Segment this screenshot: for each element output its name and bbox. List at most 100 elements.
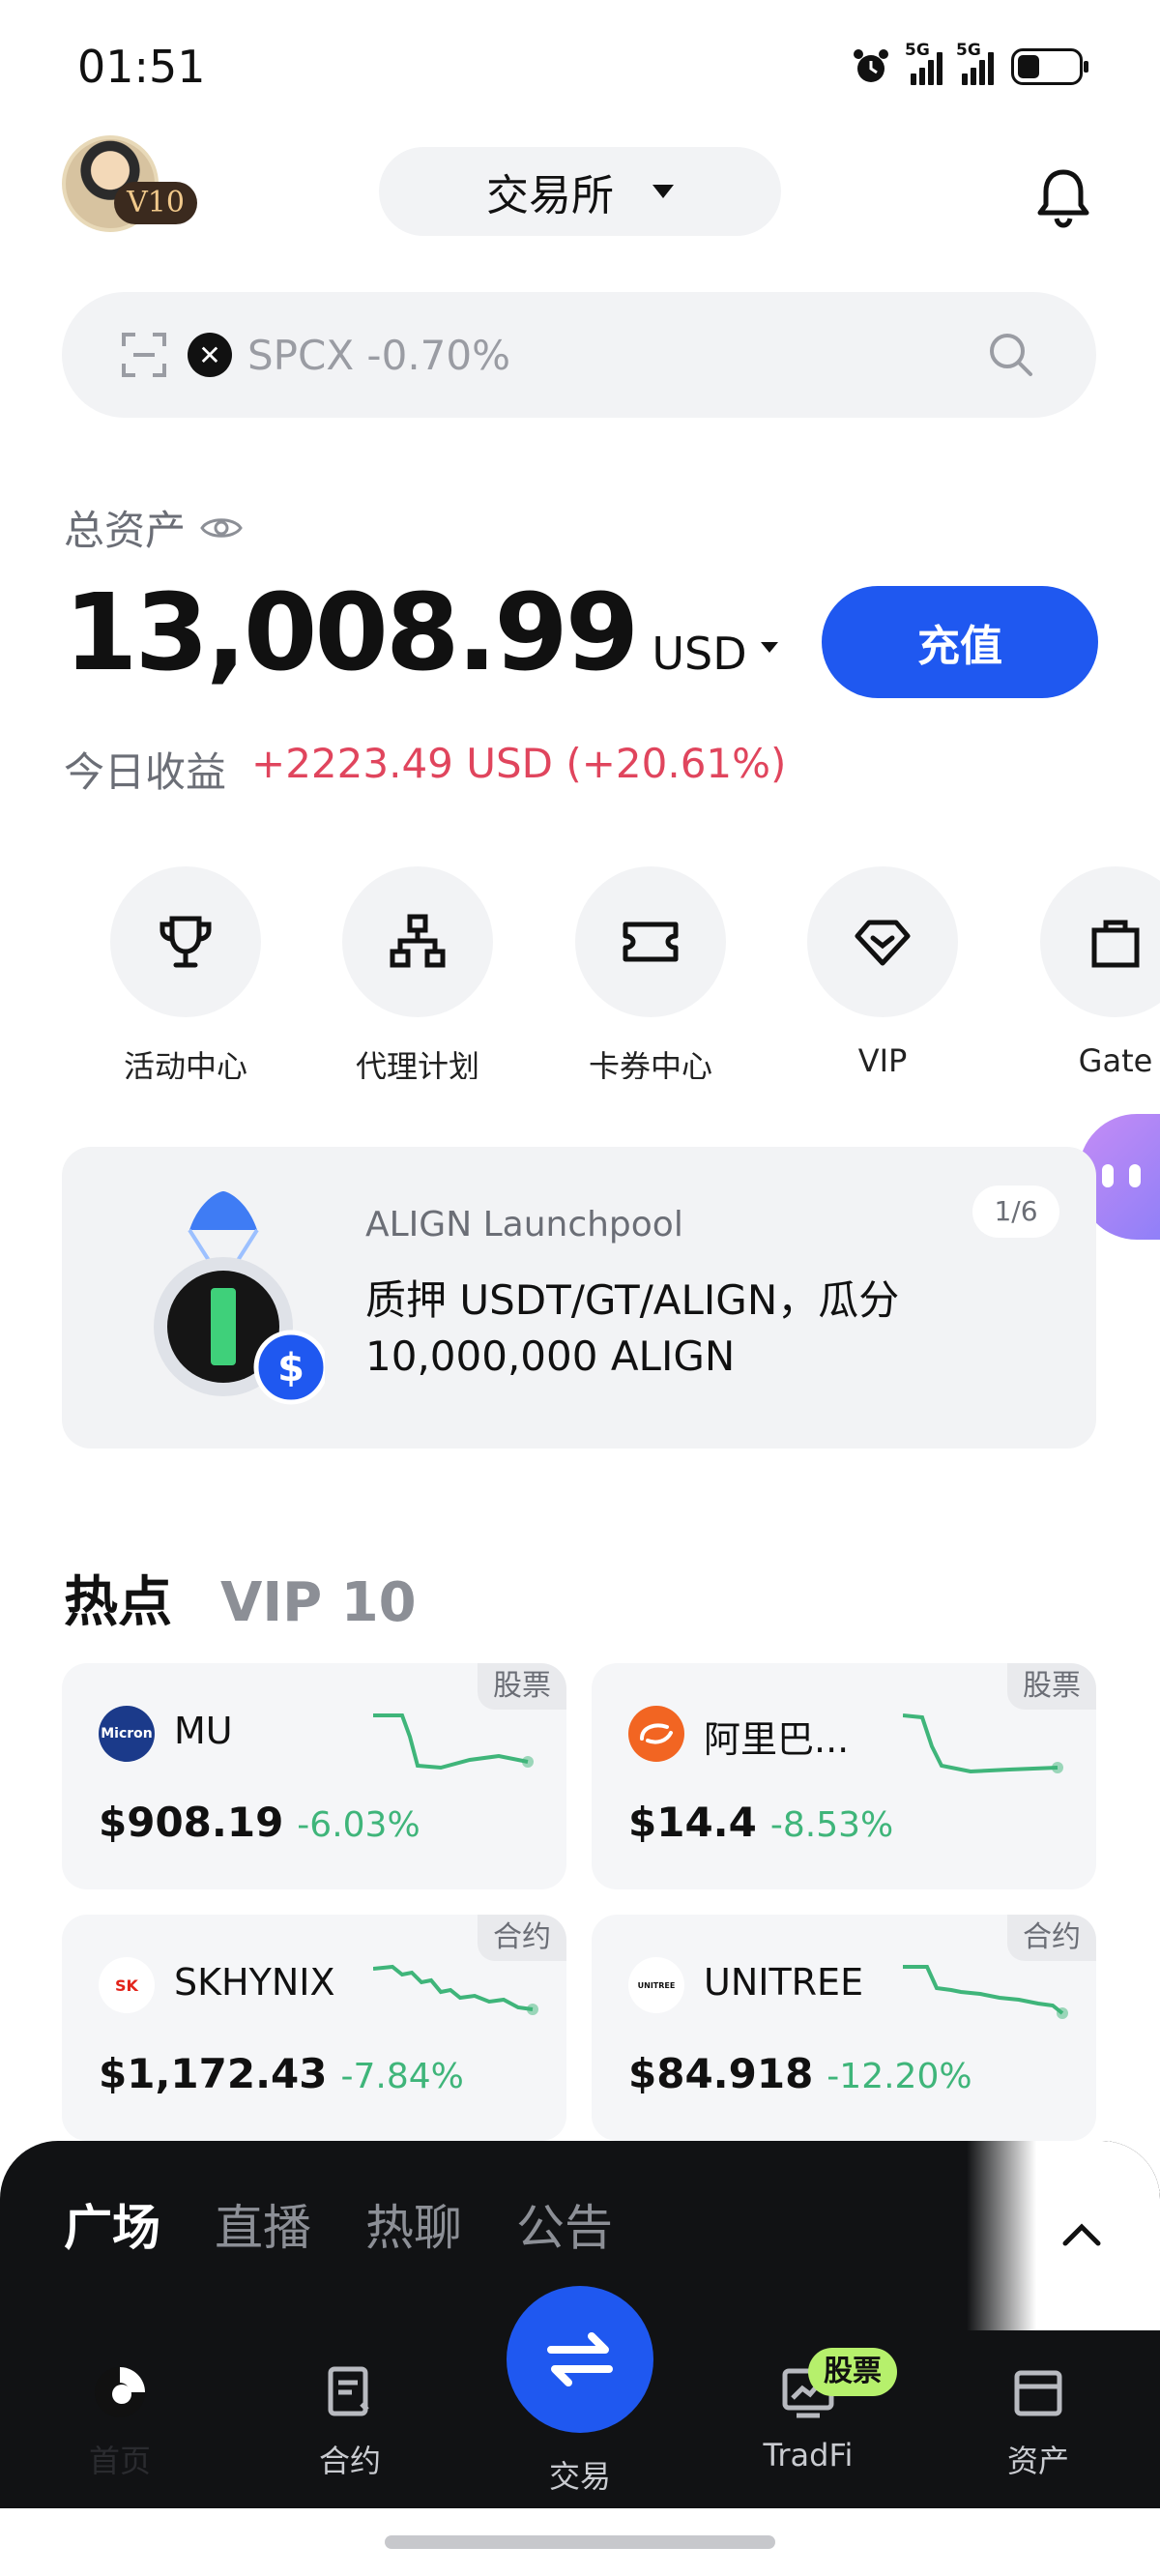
wallet-icon: [1014, 2370, 1062, 2416]
shortcut-vip[interactable]: VIP: [786, 866, 979, 1079]
shortcut-coupons[interactable]: 卡券中心: [554, 866, 747, 1079]
tab-home[interactable]: 首页: [33, 2361, 207, 2481]
total-assets: 13,008.99 USD: [64, 571, 778, 694]
eye-icon[interactable]: [199, 513, 244, 542]
shortcut-label: Gate: [1078, 1042, 1153, 1079]
total-assets-label: 总资产: [64, 498, 244, 557]
market-change: -12.20%: [826, 2057, 972, 2096]
market-symbol: 阿里巴...: [704, 1718, 850, 1761]
sparkline: [903, 1965, 1068, 2019]
shortcut-label: 活动中心: [123, 1048, 247, 1079]
shortcut-label: 代理计划: [355, 1048, 479, 1079]
sparkline: [903, 1713, 1063, 1774]
banner-pager: 1/6: [972, 1186, 1059, 1238]
market-price: $84.918: [628, 2050, 814, 2097]
x-token-icon: ✕: [188, 333, 232, 377]
bell-icon[interactable]: [1025, 159, 1102, 236]
skhynix-logo-icon: SK: [99, 1957, 155, 2013]
market-price-row: $14.4 -8.53%: [628, 1799, 893, 1846]
deposit-button[interactable]: 充值: [822, 586, 1098, 698]
signal-icon-2: 5G: [956, 41, 994, 85]
market-symbol: SKHYNIX: [174, 1961, 335, 2004]
tab-vip10[interactable]: VIP 10: [220, 1571, 417, 1634]
market-price: $14.4: [628, 1799, 757, 1846]
tab-assets-label: 资产: [1006, 2443, 1069, 2479]
svg-text:$: $: [277, 1346, 304, 1390]
market-price-row: $908.19 -6.03%: [99, 1799, 420, 1846]
banner-title: 质押 USDT/GT/ALIGN，瓜分 10,000,000 ALIGN: [365, 1276, 900, 1380]
chevron-down-icon: [652, 185, 674, 198]
banner-tag: ALIGN Launchpool: [365, 1205, 683, 1244]
market-change: -8.53%: [769, 1805, 894, 1845]
market-type-badge: 股票: [478, 1663, 566, 1710]
hot-tabs: 热点 VIP 10: [64, 1559, 417, 1637]
chevron-up-icon: [1062, 2223, 1101, 2246]
launchpool-coin-icon: $: [154, 1191, 325, 1405]
trade-button[interactable]: [507, 2286, 653, 2433]
shortcut-label: VIP: [857, 1042, 908, 1079]
ticket-icon: [575, 866, 726, 1017]
sparkline: [373, 1964, 538, 2015]
home-indicator[interactable]: [385, 2535, 775, 2549]
market-type-badge: 股票: [1007, 1663, 1096, 1710]
shortcut-gate[interactable]: Gate: [1019, 866, 1160, 1079]
total-assets-value: 13,008.99: [64, 571, 639, 694]
today-pnl-value: +2223.49 USD (+20.61%): [251, 740, 787, 787]
sparkline: [373, 1713, 534, 1771]
tab-tradfi-label: TradFi: [763, 2437, 854, 2474]
tab-square[interactable]: 广场: [64, 2189, 160, 2259]
micron-logo-icon: Micron: [99, 1706, 155, 1762]
bag-icon: [1040, 866, 1160, 1017]
tab-assets[interactable]: 资产: [951, 2361, 1125, 2481]
currency-selector[interactable]: USD: [652, 628, 746, 680]
scan-icon[interactable]: [120, 331, 168, 379]
market-card[interactable]: 股票 阿里巴... $14.4 -8.53%: [592, 1663, 1096, 1889]
signal-icon-1: 5G: [905, 41, 942, 85]
shortcut-label: 卡券中心: [588, 1048, 712, 1079]
tab-live[interactable]: 直播: [215, 2189, 311, 2259]
market-price: $908.19: [99, 1799, 284, 1846]
tab-announcement[interactable]: 公告: [516, 2189, 613, 2259]
total-assets-label-text: 总资产: [64, 507, 187, 554]
battery-icon: [1011, 48, 1088, 85]
top-header: V10 交易所: [0, 126, 1160, 261]
stock-badge: 股票: [808, 2348, 897, 2396]
tab-contract-label: 合约: [318, 2443, 381, 2479]
status-time: 01:51: [77, 41, 206, 93]
market-card[interactable]: 合约 UNITREE UNITREE $84.918 -12.20%: [592, 1915, 1096, 2141]
diamond-icon: [807, 866, 958, 1017]
chevron-down-icon[interactable]: [760, 641, 778, 653]
feed-tabs: 广场 直播 热聊 公告: [64, 2189, 613, 2259]
expand-panel-button[interactable]: [967, 2141, 1160, 2330]
trade-label: 交易: [548, 2458, 611, 2495]
shortcut-row: 活动中心 代理计划 卡券中心 VIP Gate: [89, 866, 1160, 1079]
market-price-row: $1,172.43 -7.84%: [99, 2050, 464, 2097]
exchange-mode-label: 交易所: [486, 171, 614, 220]
market-symbol: UNITREE: [704, 1961, 864, 2004]
market-card[interactable]: 股票 Micron MU $908.19 -6.03%: [62, 1663, 566, 1889]
swap-arrows-icon: [547, 2332, 613, 2386]
alarm-icon: [854, 49, 888, 82]
promo-banner[interactable]: $ ALIGN Launchpool 质押 USDT/GT/ALIGN，瓜分 1…: [62, 1147, 1096, 1449]
vip-level-badge: V10: [114, 182, 197, 224]
today-pnl: 今日收益 +2223.49 USD (+20.61%): [64, 740, 786, 799]
search-bar[interactable]: ✕ SPCX -0.70%: [62, 292, 1096, 418]
today-pnl-label: 今日收益: [64, 748, 227, 796]
search-input[interactable]: SPCX -0.70%: [247, 332, 984, 379]
market-card[interactable]: 合约 SK SKHYNIX $1,172.43 -7.84%: [62, 1915, 566, 2141]
search-icon[interactable]: [984, 328, 1038, 382]
status-bar: 01:51 5G 5G: [0, 0, 1160, 135]
unitree-logo-icon: UNITREE: [628, 1957, 684, 2013]
market-type-badge: 合约: [1007, 1915, 1096, 1961]
tab-contract[interactable]: 合约: [263, 2361, 437, 2481]
alibaba-logo-icon: [628, 1706, 684, 1762]
market-symbol: MU: [174, 1710, 233, 1752]
tab-chat[interactable]: 热聊: [365, 2189, 462, 2259]
market-type-badge: 合约: [478, 1915, 566, 1961]
shortcut-events[interactable]: 活动中心: [89, 866, 282, 1079]
market-change: -6.03%: [297, 1805, 420, 1845]
exchange-mode-switch[interactable]: 交易所: [379, 147, 781, 236]
tab-hot[interactable]: 热点: [64, 1559, 172, 1637]
market-price: $1,172.43: [99, 2050, 328, 2097]
shortcut-referral[interactable]: 代理计划: [321, 866, 514, 1079]
